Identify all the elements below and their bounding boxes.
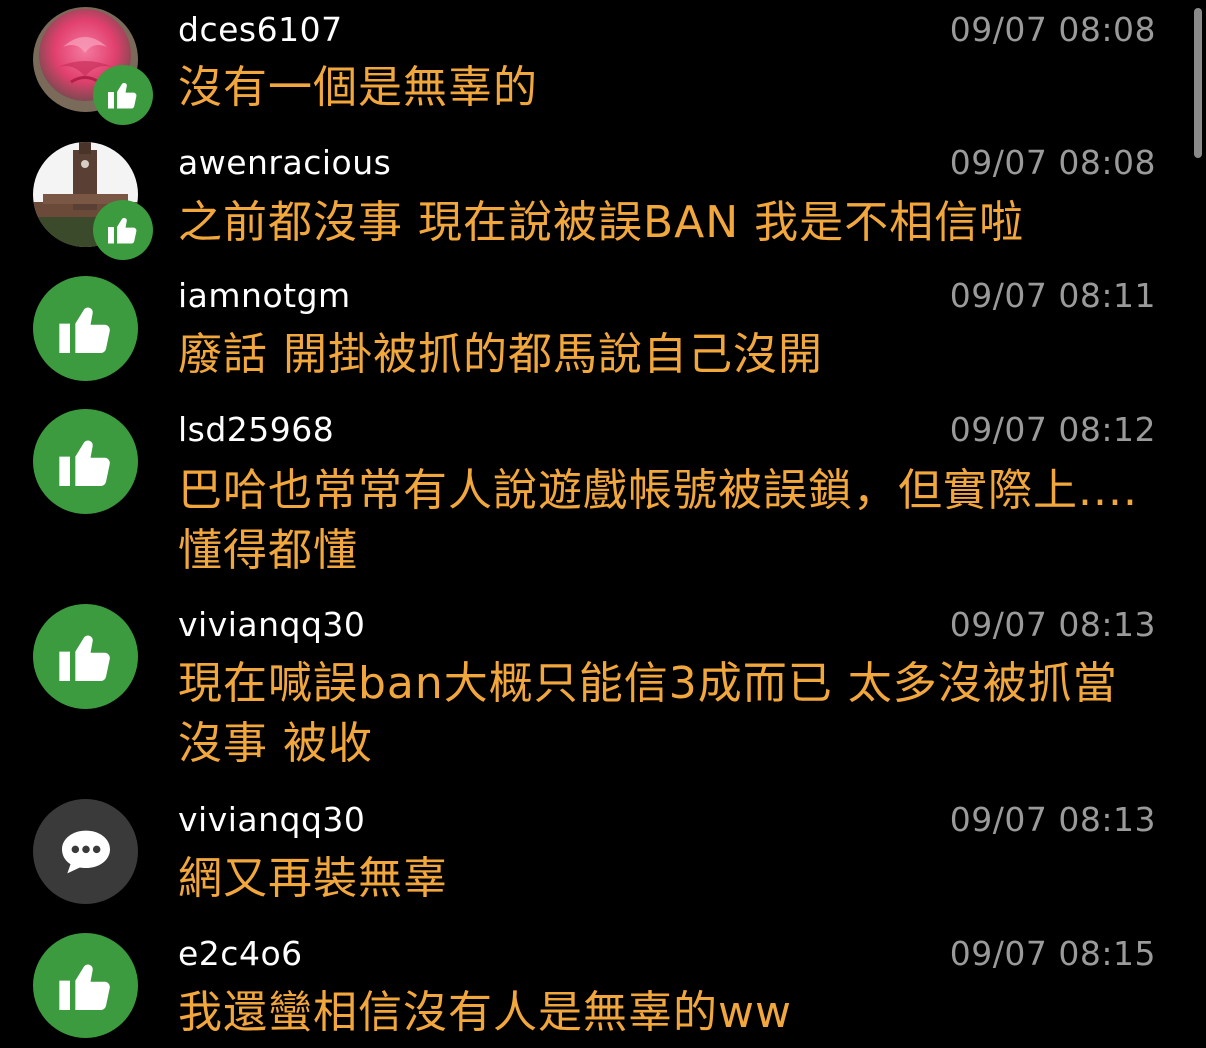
username[interactable]: vivianqq30	[178, 605, 365, 645]
username[interactable]: awenracious	[178, 143, 391, 183]
speech-bubble-icon	[61, 830, 110, 873]
avatar[interactable]	[33, 409, 138, 514]
avatar-wrap	[33, 933, 138, 1038]
comment-item[interactable]: vivianqq30 09/07 08:13 現在喊誤ban大概只能信3成而已 …	[0, 596, 1206, 791]
comment-text: 之前都沒事 現在說被誤BAN 我是不相信啦	[178, 197, 1025, 248]
avatar-wrap	[33, 7, 153, 125]
thumbs-up-badge	[93, 200, 153, 260]
thumbs-up-icon	[58, 439, 110, 486]
timestamp: 09/07 08:12	[949, 410, 1156, 449]
username[interactable]: lsd25968	[178, 410, 334, 450]
comment-text: 網又再裝無辜	[178, 853, 448, 904]
avatar-wrap	[33, 276, 138, 381]
comment-item[interactable]: dces6107 09/07 08:08 沒有一個是無辜的	[0, 0, 1206, 135]
comment-text: 我還蠻相信沒有人是無辜的ww	[178, 987, 792, 1038]
thumbs-up-icon	[58, 634, 110, 681]
timestamp: 09/07 08:11	[949, 276, 1156, 315]
thumbs-up-icon	[108, 217, 137, 244]
avatar-wrap	[33, 409, 138, 514]
thumbs-up-icon	[108, 82, 137, 109]
avatar[interactable]	[33, 799, 138, 904]
scrollbar[interactable]	[1194, 8, 1202, 158]
comment-item[interactable]: e2c4o6 09/07 08:15 我還蠻相信沒有人是無辜的ww	[0, 925, 1206, 1048]
thumbs-up-badge	[93, 65, 153, 125]
thumbs-up-icon	[58, 963, 110, 1010]
username[interactable]: dces6107	[178, 10, 343, 50]
comment-item[interactable]: lsd25968 09/07 08:12 巴哈也常常有人說遊戲帳號被誤鎖，但實際…	[0, 403, 1206, 596]
timestamp: 09/07 08:15	[949, 934, 1156, 973]
username[interactable]: vivianqq30	[178, 800, 365, 840]
comment-item[interactable]: awenracious 09/07 08:08 之前都沒事 現在說被誤BAN 我…	[0, 135, 1206, 270]
comment-text: 廢話 開掛被抓的都馬說自己沒開	[178, 329, 823, 380]
comment-text: 巴哈也常常有人說遊戲帳號被誤鎖，但實際上....懂得都懂	[178, 465, 1138, 576]
username[interactable]: e2c4o6	[178, 934, 303, 974]
avatar[interactable]	[33, 604, 138, 709]
timestamp: 09/07 08:13	[949, 800, 1156, 839]
comment-text: 沒有一個是無辜的	[178, 62, 538, 113]
comment-item[interactable]: vivianqq30 09/07 08:13 網又再裝無辜	[0, 791, 1206, 925]
timestamp: 09/07 08:08	[949, 143, 1156, 182]
timestamp: 09/07 08:08	[949, 10, 1156, 49]
avatar[interactable]	[33, 933, 138, 1038]
avatar-wrap	[33, 799, 138, 904]
comment-item[interactable]: iamnotgm 09/07 08:11 廢話 開掛被抓的都馬說自己沒開	[0, 270, 1206, 403]
username[interactable]: iamnotgm	[178, 276, 351, 316]
comment-text: 現在喊誤ban大概只能信3成而已 太多沒被抓當沒事 被收	[178, 658, 1118, 769]
avatar-wrap	[33, 142, 153, 260]
thumbs-up-icon	[58, 306, 110, 353]
avatar-wrap	[33, 604, 138, 709]
timestamp: 09/07 08:13	[949, 605, 1156, 644]
comment-list: dces6107 09/07 08:08 沒有一個是無辜的 awenraciou…	[0, 0, 1206, 1048]
avatar[interactable]	[33, 276, 138, 381]
